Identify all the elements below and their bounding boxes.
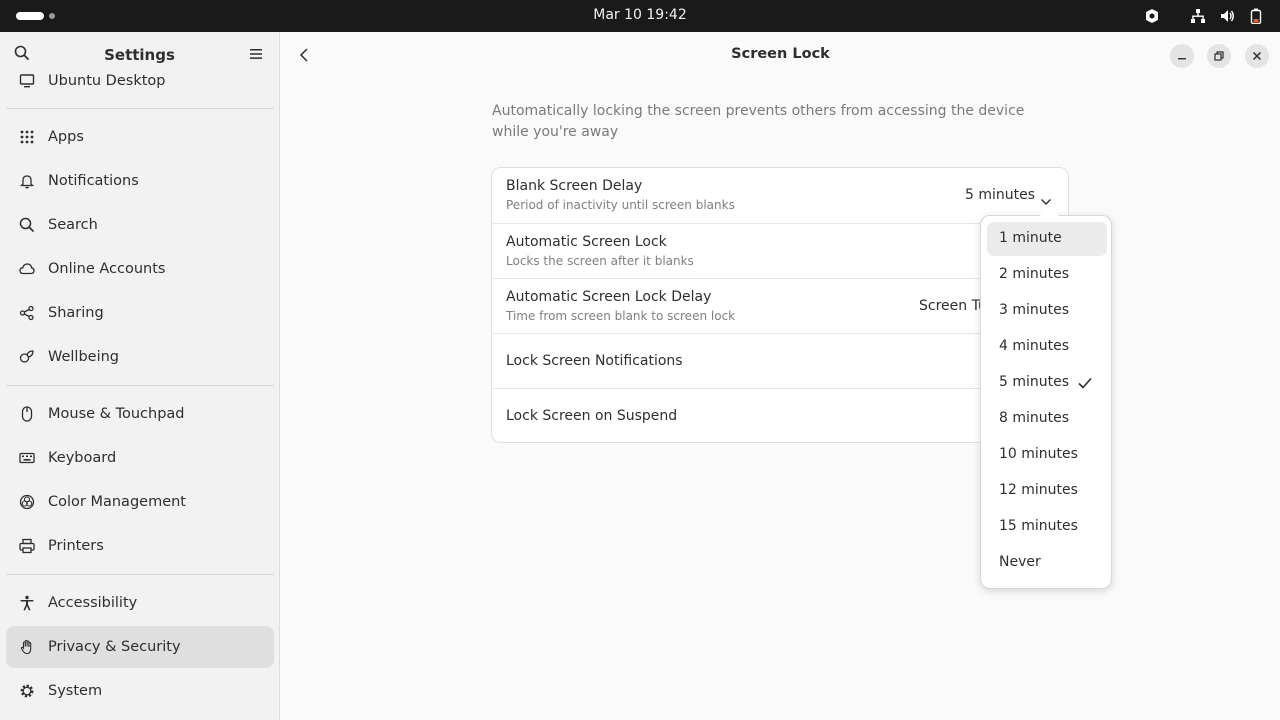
cloud-icon <box>18 260 36 278</box>
close-button[interactable] <box>1245 44 1269 68</box>
sidebar-item-label: Sharing <box>48 305 104 321</box>
sidebar-separator <box>6 574 274 575</box>
option-never[interactable]: Never <box>987 546 1107 580</box>
minimize-icon <box>1178 58 1186 60</box>
option-label: 1 minute <box>999 230 1062 246</box>
sidebar-item-label: Color Management <box>48 494 186 510</box>
wellbeing-icon <box>18 348 36 366</box>
sidebar-item-accessibility[interactable]: Accessibility <box>6 582 274 624</box>
top-bar: Mar 10 19:42 <box>0 0 1280 32</box>
row-title: Blank Screen Delay <box>506 178 643 194</box>
sidebar-separator <box>6 108 274 109</box>
restore-icon <box>1214 51 1224 61</box>
blank-screen-delay-popover: 1 minute 2 minutes 3 minutes 4 minutes 5… <box>980 215 1112 589</box>
blank-screen-delay-value[interactable]: 5 minutes <box>965 187 1035 203</box>
sidebar-item-online-accounts[interactable]: Online Accounts <box>6 248 274 290</box>
sidebar-item-system[interactable]: System <box>6 670 274 712</box>
sidebar-item-label: Notifications <box>48 173 139 189</box>
accessibility-icon <box>18 594 36 612</box>
sidebar-item-sharing[interactable]: Sharing <box>6 292 274 334</box>
option-label: 5 minutes <box>999 374 1070 390</box>
option-5-minutes[interactable]: 5 minutes <box>987 366 1107 400</box>
hand-icon <box>18 638 36 656</box>
clock[interactable]: Mar 10 19:42 <box>0 7 1280 23</box>
option-label: 15 minutes <box>999 518 1078 534</box>
search-icon <box>18 216 36 234</box>
sidebar-item-notifications[interactable]: Notifications <box>6 160 274 202</box>
row-subtitle: Locks the screen after it blanks <box>506 254 694 268</box>
row-title: Lock Screen on Suspend <box>506 408 678 424</box>
sidebar-item-label: Printers <box>48 538 104 554</box>
sidebar-item-label: Privacy & Security <box>48 639 181 655</box>
option-label: 2 minutes <box>999 266 1070 282</box>
network-icon[interactable] <box>1188 6 1208 26</box>
sidebar-item-label: System <box>48 683 103 699</box>
content-header: Screen Lock <box>281 32 1280 78</box>
row-title: Lock Screen Notifications <box>506 353 683 369</box>
volume-icon[interactable] <box>1217 6 1237 26</box>
sidebar: Settings Ubuntu Desktop Apps Notificatio… <box>0 32 280 720</box>
maximize-button[interactable] <box>1207 44 1231 68</box>
gear-icon <box>18 682 36 700</box>
printer-icon <box>18 537 36 555</box>
popover-arrow <box>1039 206 1059 216</box>
mouse-icon <box>18 405 36 423</box>
row-title: Automatic Screen Lock Delay <box>506 289 712 305</box>
system-update-icon[interactable] <box>1142 6 1162 26</box>
option-4-minutes[interactable]: 4 minutes <box>987 330 1107 364</box>
checkmark-icon <box>1077 375 1093 394</box>
row-subtitle: Period of inactivity until screen blanks <box>506 198 735 212</box>
blank-screen-delay-row[interactable]: Blank Screen Delay Period of inactivity … <box>492 168 1068 223</box>
bell-icon <box>18 172 36 190</box>
desktop-icon <box>18 72 36 90</box>
option-10-minutes[interactable]: 10 minutes <box>987 438 1107 472</box>
option-label: 10 minutes <box>999 446 1078 462</box>
option-8-minutes[interactable]: 8 minutes <box>987 402 1107 436</box>
description-text: Automatically locking the screen prevent… <box>492 103 1025 140</box>
close-icon <box>1252 51 1262 61</box>
option-label: 8 minutes <box>999 410 1070 426</box>
apps-grid-icon <box>18 128 36 146</box>
option-12-minutes[interactable]: 12 minutes <box>987 474 1107 508</box>
sidebar-separator <box>6 385 274 386</box>
row-subtitle: Time from screen blank to screen lock <box>506 309 736 323</box>
sidebar-item-label: Online Accounts <box>48 261 166 277</box>
option-label: 3 minutes <box>999 302 1070 318</box>
sidebar-item-label: Apps <box>48 129 84 145</box>
option-1-minute[interactable]: 1 minute <box>987 222 1107 256</box>
share-icon <box>18 304 36 322</box>
sidebar-item-privacy-security[interactable]: Privacy & Security <box>6 626 274 668</box>
option-label: 12 minutes <box>999 482 1078 498</box>
option-label: 4 minutes <box>999 338 1070 354</box>
automatic-screen-lock-delay-value[interactable]: Screen Tu <box>919 298 987 314</box>
color-icon <box>18 493 36 511</box>
sidebar-item-label: Wellbeing <box>48 349 120 365</box>
option-2-minutes[interactable]: 2 minutes <box>987 258 1107 292</box>
option-label: Never <box>999 554 1041 570</box>
sidebar-item-label: Accessibility <box>48 595 138 611</box>
sidebar-item-label: Search <box>48 217 98 233</box>
minimize-button[interactable] <box>1170 44 1194 68</box>
sidebar-item-wellbeing[interactable]: Wellbeing <box>6 336 274 378</box>
keyboard-icon <box>18 449 36 467</box>
row-title: Automatic Screen Lock <box>506 234 667 250</box>
option-3-minutes[interactable]: 3 minutes <box>987 294 1107 328</box>
sidebar-item-apps[interactable]: Apps <box>6 116 274 158</box>
sidebar-item-label: Mouse & Touchpad <box>48 406 185 422</box>
sidebar-item-mouse-touchpad[interactable]: Mouse & Touchpad <box>6 393 274 435</box>
sidebar-item-search[interactable]: Search <box>6 204 274 246</box>
page-title: Screen Lock <box>731 46 830 62</box>
sidebar-item-printers[interactable]: Printers <box>6 525 274 567</box>
sidebar-item-ubuntu-desktop[interactable]: Ubuntu Desktop <box>6 60 274 102</box>
battery-icon[interactable] <box>1246 6 1266 26</box>
sidebar-item-label: Keyboard <box>48 450 117 466</box>
sidebar-item-color-management[interactable]: Color Management <box>6 481 274 523</box>
sidebar-item-keyboard[interactable]: Keyboard <box>6 437 274 479</box>
sidebar-item-label: Ubuntu Desktop <box>48 73 166 89</box>
option-15-minutes[interactable]: 15 minutes <box>987 510 1107 544</box>
